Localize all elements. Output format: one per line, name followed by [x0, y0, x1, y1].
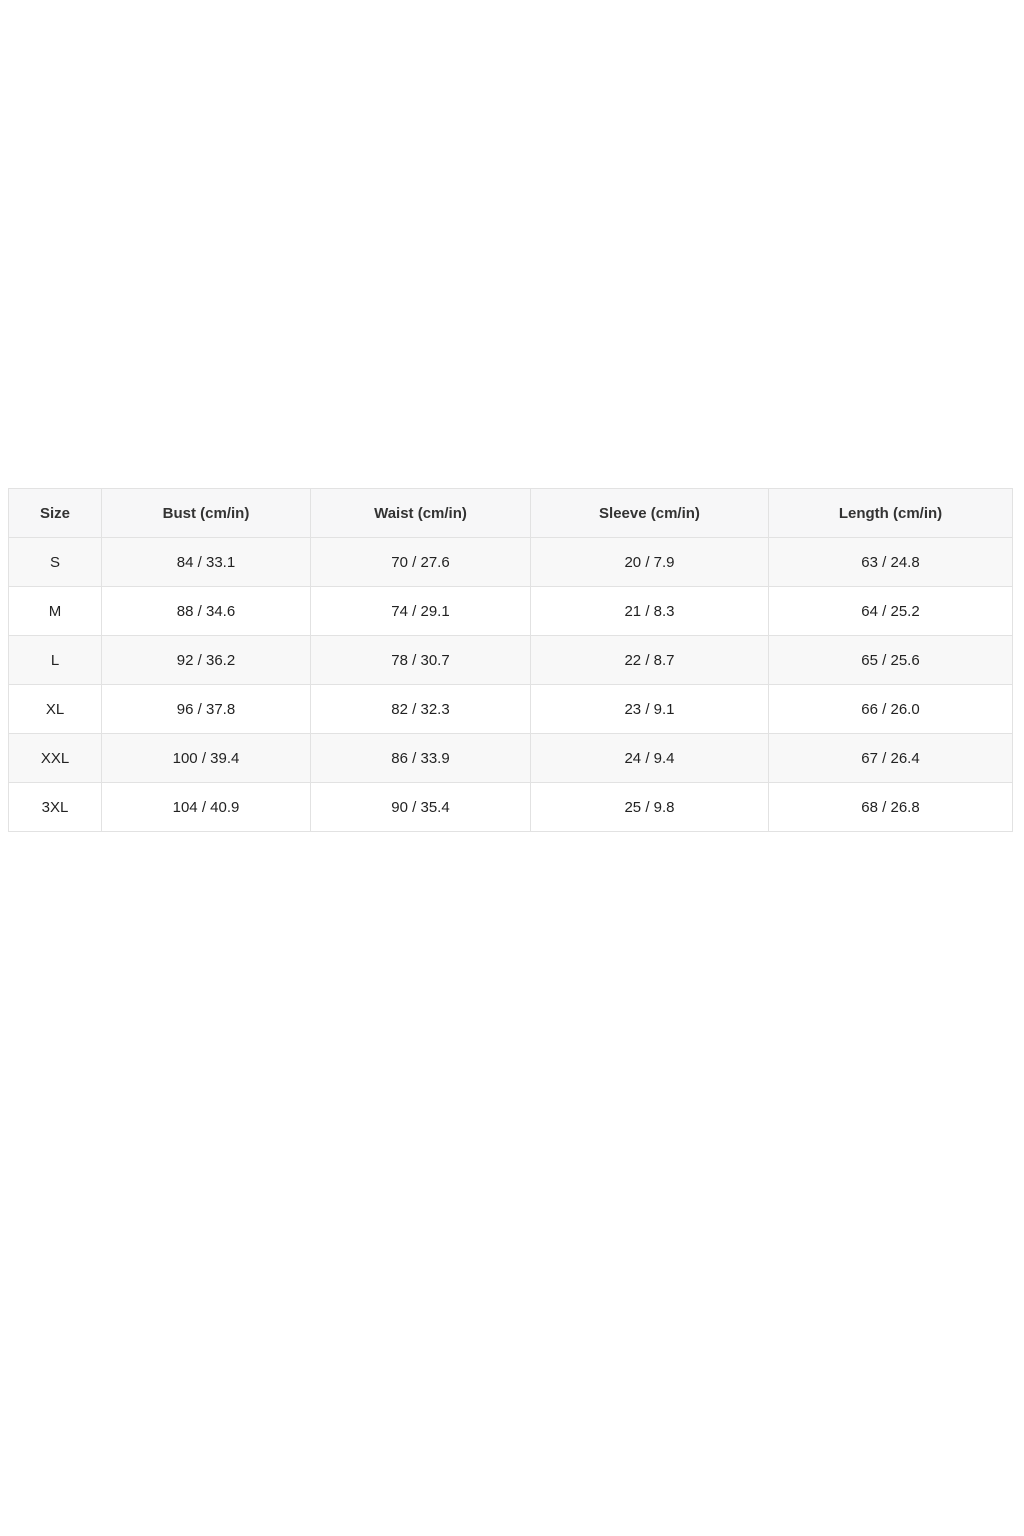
cell-bust: 104 / 40.9: [101, 782, 311, 832]
cell-bust: 88 / 34.6: [101, 586, 311, 636]
table-row: XL 96 / 37.8 82 / 32.3 23 / 9.1 66 / 26.…: [8, 684, 1013, 734]
table-row: S 84 / 33.1 70 / 27.6 20 / 7.9 63 / 24.8: [8, 537, 1013, 587]
cell-size: S: [8, 537, 102, 587]
table-row: L 92 / 36.2 78 / 30.7 22 / 8.7 65 / 25.6: [8, 635, 1013, 685]
cell-bust: 96 / 37.8: [101, 684, 311, 734]
cell-sleeve: 23 / 9.1: [530, 684, 769, 734]
cell-waist: 74 / 29.1: [310, 586, 531, 636]
cell-waist: 90 / 35.4: [310, 782, 531, 832]
cell-bust: 84 / 33.1: [101, 537, 311, 587]
cell-size: L: [8, 635, 102, 685]
cell-waist: 70 / 27.6: [310, 537, 531, 587]
cell-sleeve: 21 / 8.3: [530, 586, 769, 636]
cell-waist: 86 / 33.9: [310, 733, 531, 783]
cell-length: 64 / 25.2: [768, 586, 1013, 636]
cell-size: 3XL: [8, 782, 102, 832]
table-row: XXL 100 / 39.4 86 / 33.9 24 / 9.4 67 / 2…: [8, 733, 1013, 783]
cell-size: M: [8, 586, 102, 636]
table-row: M 88 / 34.6 74 / 29.1 21 / 8.3 64 / 25.2: [8, 586, 1013, 636]
cell-size: XXL: [8, 733, 102, 783]
cell-length: 68 / 26.8: [768, 782, 1013, 832]
size-chart-body: S 84 / 33.1 70 / 27.6 20 / 7.9 63 / 24.8…: [8, 537, 1013, 832]
cell-bust: 100 / 39.4: [101, 733, 311, 783]
cell-sleeve: 25 / 9.8: [530, 782, 769, 832]
cell-sleeve: 22 / 8.7: [530, 635, 769, 685]
cell-length: 67 / 26.4: [768, 733, 1013, 783]
header-length: Length (cm/in): [768, 488, 1013, 538]
cell-length: 65 / 25.6: [768, 635, 1013, 685]
header-row: Size Bust (cm/in) Waist (cm/in) Sleeve (…: [8, 488, 1013, 538]
header-sleeve: Sleeve (cm/in): [530, 488, 769, 538]
cell-size: XL: [8, 684, 102, 734]
header-bust: Bust (cm/in): [101, 488, 311, 538]
cell-sleeve: 20 / 7.9: [530, 537, 769, 587]
table-row: 3XL 104 / 40.9 90 / 35.4 25 / 9.8 68 / 2…: [8, 782, 1013, 832]
cell-bust: 92 / 36.2: [101, 635, 311, 685]
header-waist: Waist (cm/in): [310, 488, 531, 538]
cell-sleeve: 24 / 9.4: [530, 733, 769, 783]
cell-length: 63 / 24.8: [768, 537, 1013, 587]
cell-length: 66 / 26.0: [768, 684, 1013, 734]
header-size: Size: [8, 488, 102, 538]
size-chart-header: Size Bust (cm/in) Waist (cm/in) Sleeve (…: [8, 488, 1013, 538]
size-chart-table: Size Bust (cm/in) Waist (cm/in) Sleeve (…: [8, 488, 1013, 832]
cell-waist: 82 / 32.3: [310, 684, 531, 734]
cell-waist: 78 / 30.7: [310, 635, 531, 685]
